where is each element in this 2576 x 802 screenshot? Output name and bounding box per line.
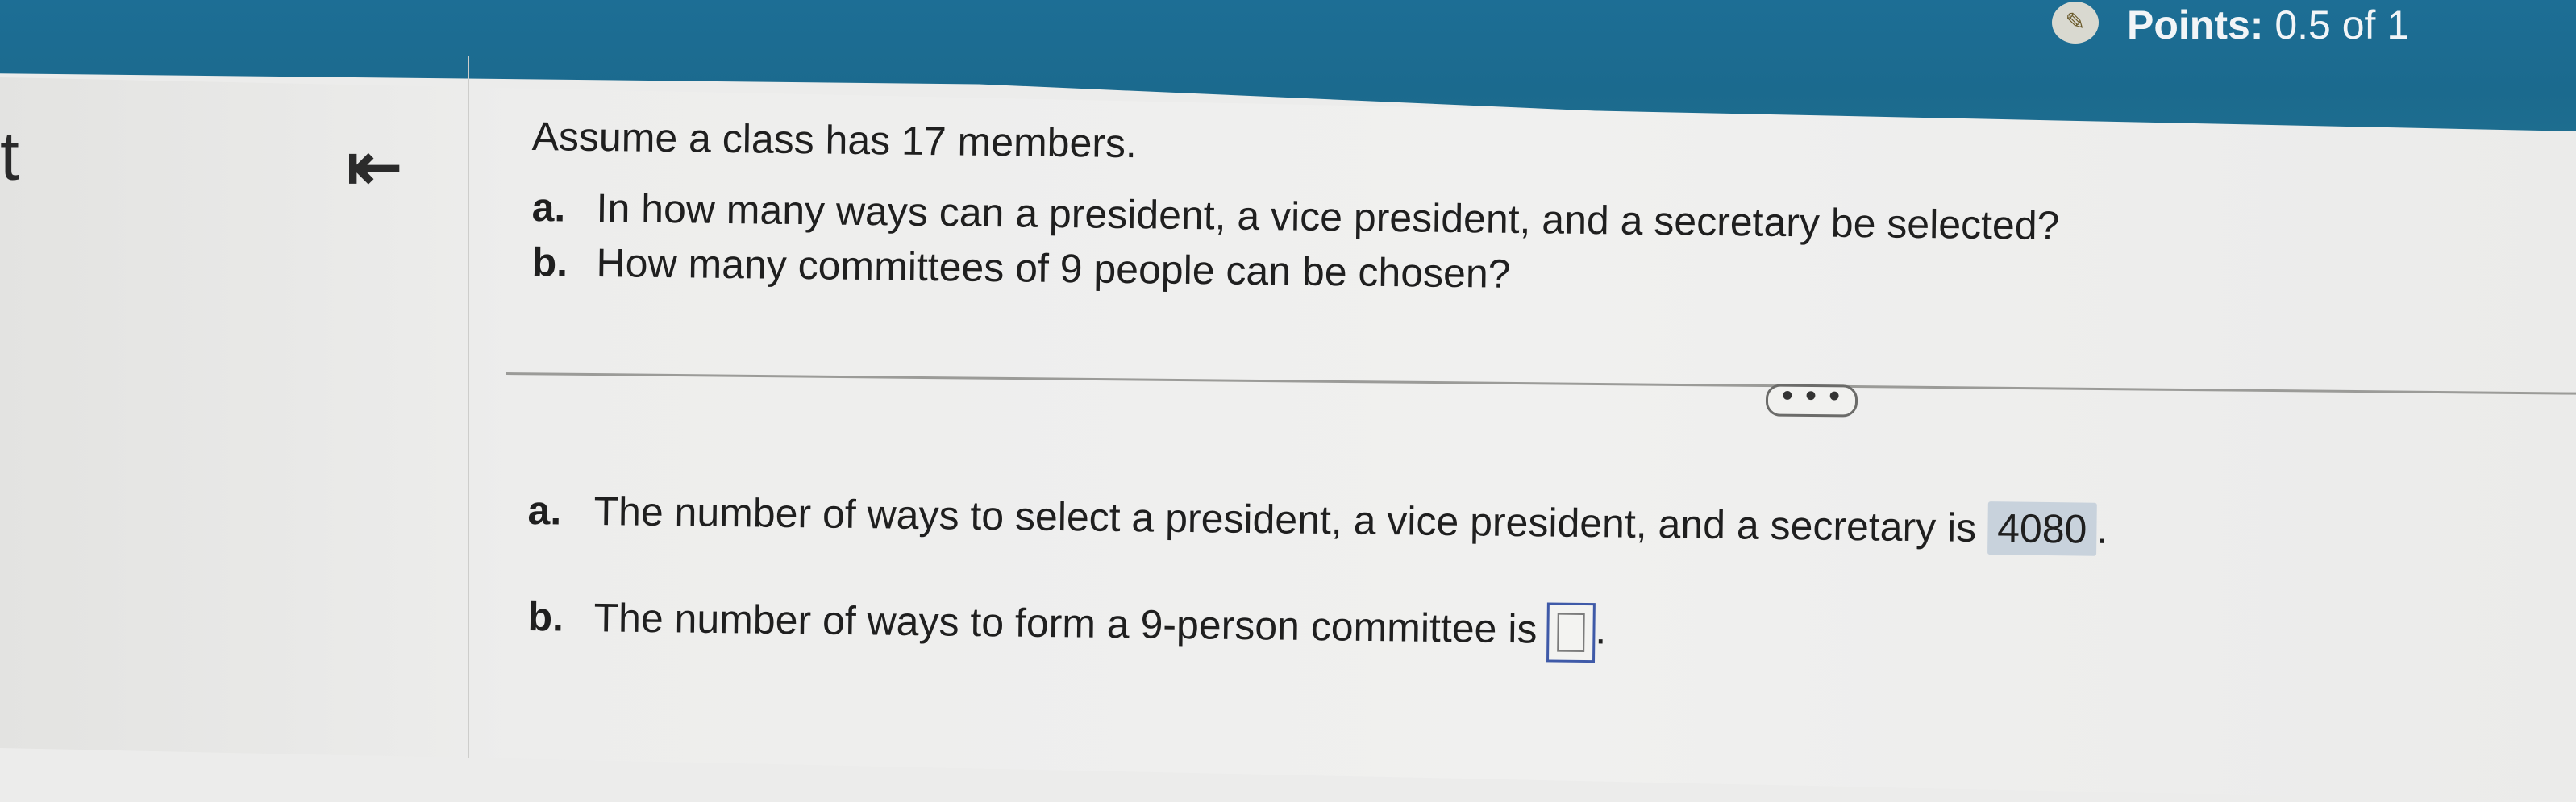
points-display: Points: 0.5 of 1 bbox=[2127, 2, 2409, 48]
answer-part-a-end: . bbox=[2096, 506, 2108, 552]
question-part-b-letter: b. bbox=[531, 239, 568, 285]
question-intro: Assume a class has 17 members. bbox=[531, 113, 1138, 167]
question-part-a-letter: a. bbox=[531, 184, 566, 231]
partial-credit-icon: ✎ bbox=[2052, 2, 2099, 44]
answer-a-value[interactable]: 4080 bbox=[1987, 501, 2097, 556]
collapse-left-arrow-icon[interactable]: ⇤ bbox=[347, 129, 402, 206]
answer-part-b-end: . bbox=[1595, 607, 1607, 653]
more-options-button[interactable]: • • • bbox=[1765, 378, 1858, 418]
left-edge-text: t bbox=[0, 118, 19, 195]
left-divider bbox=[468, 56, 469, 758]
answer-part-a-letter: a. bbox=[527, 487, 562, 534]
answer-part-b-text: The number of ways to form a 9-person co… bbox=[593, 595, 1538, 652]
points-label: Points: bbox=[2127, 2, 2264, 48]
answer-b-input[interactable] bbox=[1546, 602, 1596, 663]
points-value: 0.5 of 1 bbox=[2274, 2, 2410, 48]
answer-part-b-letter: b. bbox=[527, 594, 564, 640]
